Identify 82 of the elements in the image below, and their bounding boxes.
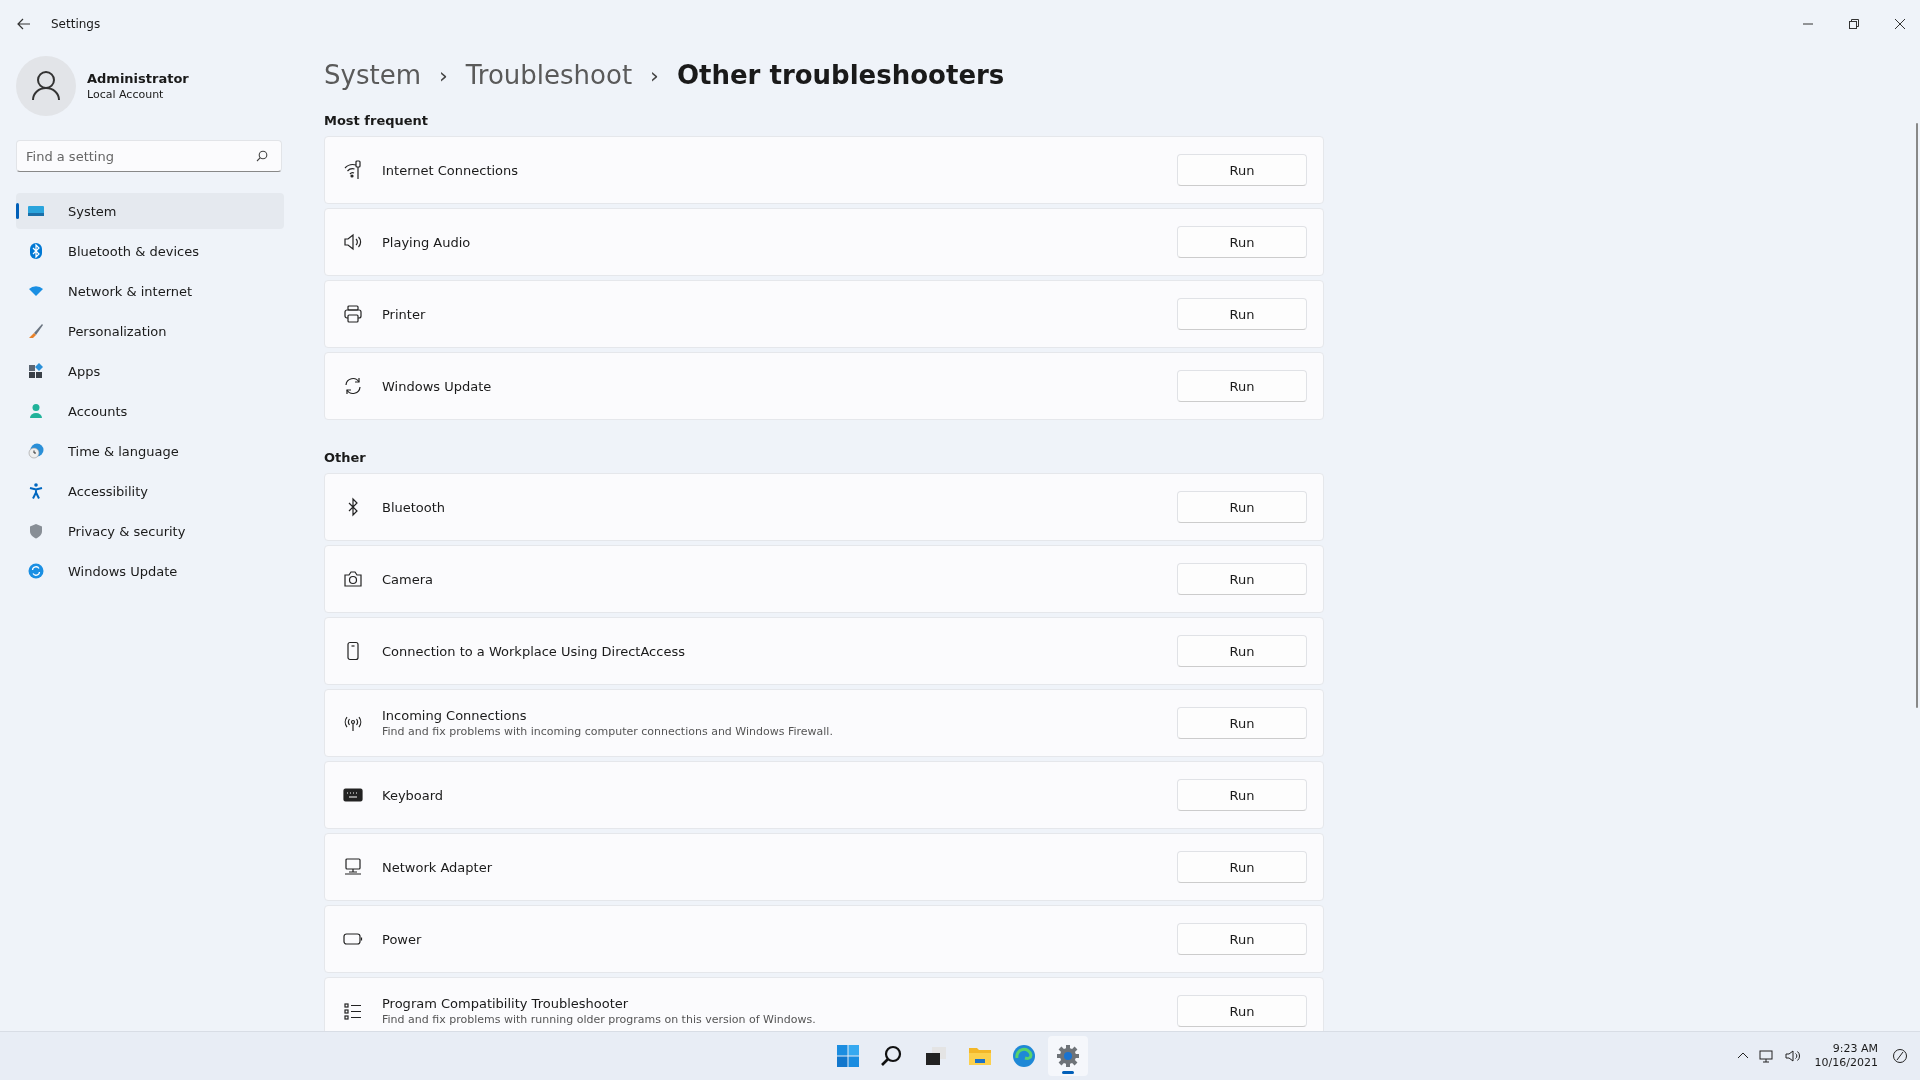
troubleshooter-title: Printer (382, 306, 427, 322)
sidebar-item[interactable]: Time & language (16, 433, 284, 469)
troubleshooter-title: Network Adapter (382, 859, 493, 875)
troubleshooter-title: Power (382, 931, 423, 947)
monitor-icon[interactable] (1758, 1048, 1775, 1064)
run-button[interactable]: Run (1177, 226, 1307, 258)
clock[interactable]: 9:23 AM 10/16/2021 (1814, 1042, 1878, 1070)
monitor-icon (343, 857, 363, 877)
speaker-icon (343, 232, 363, 252)
sidebar-item[interactable]: Personalization (16, 313, 284, 349)
troubleshooter-title: Windows Update (382, 378, 493, 394)
camera-icon (343, 569, 363, 589)
scrollbar[interactable] (1916, 123, 1918, 708)
list-icon (343, 1001, 363, 1021)
troubleshooter-title: Program Compatibility Troubleshooter (382, 996, 630, 1011)
sidebar-item[interactable]: Network & internet (16, 273, 284, 309)
account-type: Local Account (87, 88, 165, 101)
section-heading: Other (324, 450, 367, 465)
troubleshooter-title: Playing Audio (382, 234, 472, 250)
troubleshooter-title: Bluetooth (382, 499, 447, 515)
sidebar-item[interactable]: Windows Update (16, 553, 284, 589)
sidebar-item[interactable]: System (16, 193, 284, 229)
page-title: Other troubleshooters (676, 60, 1005, 90)
run-button[interactable]: Run (1177, 370, 1307, 402)
clock-icon (28, 443, 44, 459)
sidebar-item[interactable]: Apps (16, 353, 284, 389)
troubleshooter-description: Find and fix problems with incoming computer connections and Windows Firewall. (382, 725, 834, 738)
clock-date: 10/16/2021 (1814, 1056, 1878, 1070)
browser-icon (1012, 1044, 1036, 1068)
sidebar-item[interactable]: Accessibility (16, 473, 284, 509)
person-icon (28, 403, 44, 419)
run-button[interactable]: Run (1177, 298, 1307, 330)
printer-icon (343, 304, 363, 324)
brush-icon (28, 323, 44, 339)
avatar-icon (16, 56, 76, 116)
account-name: Administrator (87, 71, 189, 86)
breadcrumb-separator: › (650, 62, 659, 88)
run-button[interactable]: Run (1177, 995, 1307, 1027)
run-button[interactable]: Run (1177, 851, 1307, 883)
apps-icon (28, 363, 44, 379)
breadcrumb-link[interactable]: System (324, 60, 421, 90)
run-button[interactable]: Run (1177, 923, 1307, 955)
run-button[interactable]: Run (1177, 154, 1307, 186)
run-button[interactable]: Run (1177, 707, 1307, 739)
clock-time: 9:23 AM (1832, 1042, 1878, 1056)
window-title: Settings (51, 17, 101, 31)
run-button[interactable]: Run (1177, 635, 1307, 667)
search-icon (880, 1044, 904, 1068)
sync-icon (28, 563, 44, 579)
speaker-icon[interactable] (1784, 1048, 1801, 1064)
gear-icon (1056, 1044, 1080, 1068)
troubleshooter-title: Internet Connections (382, 162, 520, 178)
breadcrumb-separator: › (438, 62, 448, 88)
back-icon[interactable] (17, 18, 31, 30)
run-button[interactable]: Run (1177, 779, 1307, 811)
sidebar-item[interactable]: Privacy & security (16, 513, 284, 549)
troubleshooter-description: Find and fix problems with running older programs on this version of Windows. (382, 1013, 817, 1026)
troubleshooter-title: Camera (382, 571, 435, 587)
section-heading: Most frequent (324, 113, 430, 128)
search-icon (256, 150, 268, 162)
start-icon (836, 1044, 860, 1068)
wifi-icon (28, 283, 44, 299)
search-field[interactable]: Find a setting (16, 140, 282, 172)
monitor-icon (28, 203, 44, 219)
restore-icon[interactable] (1848, 18, 1860, 30)
keyboard-icon (343, 785, 363, 805)
task-view-icon (924, 1044, 948, 1068)
shield-icon (28, 523, 44, 539)
wifi-icon (343, 160, 363, 180)
troubleshooter-title: Connection to a Workplace Using DirectAccess (382, 643, 686, 659)
sidebar-item[interactable]: Bluetooth & devices (16, 233, 284, 269)
run-button[interactable]: Run (1177, 491, 1307, 523)
sidebar-item[interactable]: Accounts (16, 393, 284, 429)
access-icon (28, 483, 44, 499)
run-button[interactable]: Run (1177, 563, 1307, 595)
notification-icon[interactable] (1892, 1048, 1908, 1064)
troubleshooter-title: Incoming Connections (382, 708, 528, 723)
troubleshooter-title: Keyboard (382, 787, 445, 803)
sync-icon (343, 376, 363, 396)
breadcrumb-link[interactable]: Troubleshoot (465, 60, 633, 90)
close-icon[interactable] (1894, 18, 1906, 30)
bluetooth-icon (28, 243, 44, 259)
